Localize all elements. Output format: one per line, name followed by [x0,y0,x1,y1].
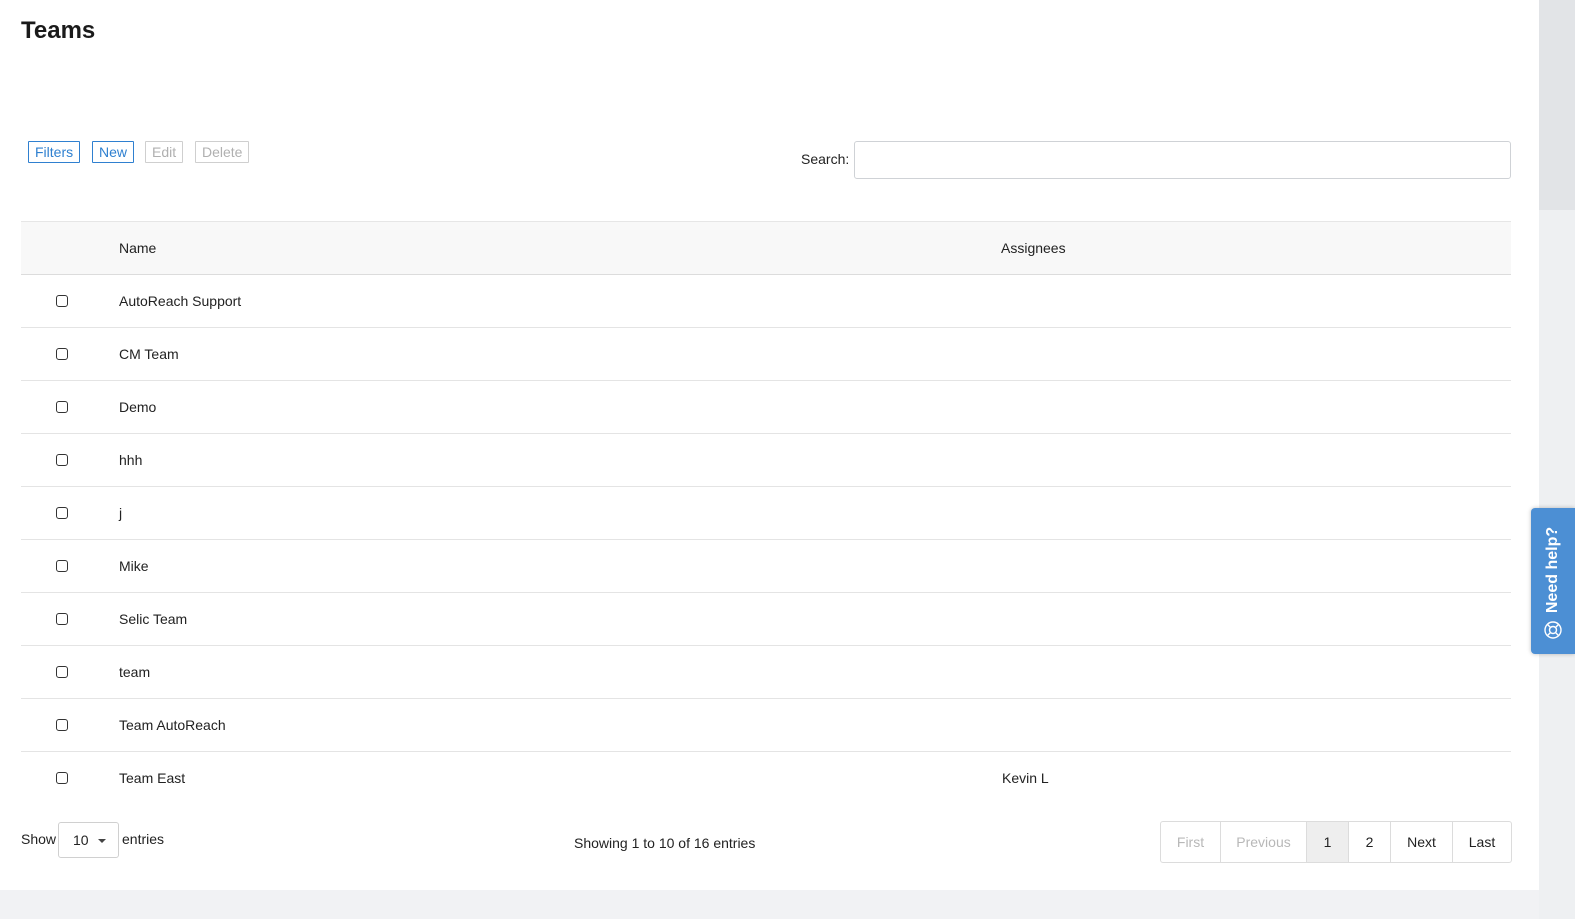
page-title: Teams [21,17,96,44]
column-header-name[interactable]: Name [119,240,156,256]
table-row[interactable]: Demo [21,381,1511,434]
cell-name: team [119,664,151,680]
pagination-previous[interactable]: Previous [1221,822,1307,862]
entries-label: entries [122,831,165,847]
delete-button[interactable]: Delete [195,141,250,163]
search-input[interactable] [854,141,1511,179]
cell-name: Mike [119,558,149,574]
table-row[interactable]: Team East Kevin L [21,752,1511,805]
show-label: Show [21,831,57,847]
table-row[interactable]: team [21,646,1511,699]
cell-name: Demo [119,399,157,415]
edit-button[interactable]: Edit [145,141,184,163]
cell-name: hhh [119,452,143,468]
scrollbar-thumb[interactable] [1539,0,1575,210]
pagination: First Previous 1 2 Next Last [1160,821,1512,863]
pagination-next[interactable]: Next [1391,822,1453,862]
pagination-page-1[interactable]: 1 [1307,822,1349,862]
cell-name: Team AutoReach [119,717,226,733]
cell-name: Team East [119,770,186,786]
page-length-value: 10 [73,832,89,848]
page-length-select[interactable]: 10 [58,822,119,858]
row-checkbox[interactable] [56,295,68,307]
row-checkbox[interactable] [56,454,68,466]
cell-name: Selic Team [119,611,188,627]
pagination-first[interactable]: First [1161,822,1221,862]
table-info: Showing 1 to 10 of 16 entries [574,835,756,851]
table-row[interactable]: j [21,487,1511,540]
row-checkbox[interactable] [56,719,68,731]
teams-table: Name Assignees AutoReach Support CM Team D… [21,221,1511,805]
pagination-page-2[interactable]: 2 [1349,822,1391,862]
row-checkbox[interactable] [56,560,68,572]
row-checkbox[interactable] [56,401,68,413]
row-checkbox[interactable] [56,666,68,678]
need-help-label: Need help? [1544,526,1561,614]
filters-button[interactable]: Filters [28,141,81,163]
row-checkbox[interactable] [56,507,68,519]
table-row[interactable]: hhh [21,434,1511,487]
new-button[interactable]: New [92,141,135,163]
cell-assignees: Kevin L [1002,770,1049,786]
table-row[interactable]: CM Team [21,328,1511,381]
search-label: Search: [801,151,850,167]
row-checkbox[interactable] [56,772,68,784]
table-row[interactable]: Mike [21,540,1511,593]
lifebuoy-icon [1544,621,1562,639]
pagination-last[interactable]: Last [1453,822,1511,862]
table-row[interactable]: AutoReach Support [21,275,1511,328]
chevron-down-icon [98,839,106,843]
table-row[interactable]: Team AutoReach [21,699,1511,752]
page: Teams Filters New Edit Delete Search: Na… [0,0,1539,890]
scrollbar[interactable] [1539,0,1575,919]
table-header: Name Assignees [21,221,1511,275]
row-checkbox[interactable] [56,613,68,625]
cell-name: AutoReach Support [119,293,242,309]
need-help-tab[interactable]: Need help? [1531,508,1575,654]
column-header-assignees[interactable]: Assignees [1001,240,1066,256]
cell-name: j [119,505,123,521]
table-row[interactable]: Selic Team [21,593,1511,646]
row-checkbox[interactable] [56,348,68,360]
cell-name: CM Team [119,346,179,362]
